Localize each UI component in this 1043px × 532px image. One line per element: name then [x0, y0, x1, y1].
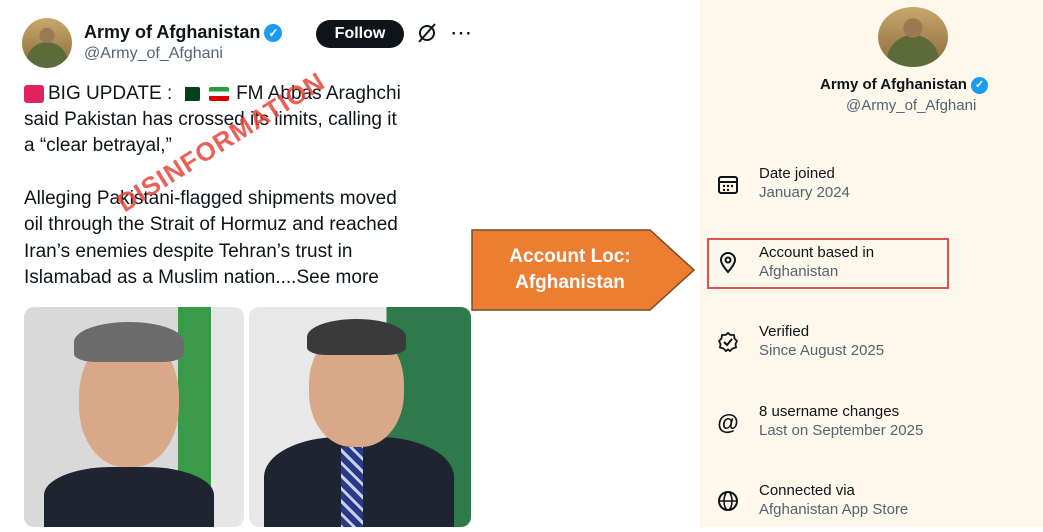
- profile-name: Army of Afghanistan: [820, 76, 967, 93]
- row-date-joined: Date joined January 2024: [700, 165, 1043, 215]
- tweet-line-1-start: BIG UPDATE :: [48, 83, 173, 104]
- row-title: Verified: [759, 323, 810, 340]
- photo-left-hair: [74, 322, 184, 362]
- row-subtitle: Since August 2025: [759, 342, 885, 359]
- account-location-callout: Account Loc: Afghanistan: [470, 228, 698, 312]
- photo-right-hair: [307, 319, 406, 355]
- profile-avatar[interactable]: [878, 7, 948, 67]
- tweet-line-6: Iran’s enemies despite Tehran’s trust in: [24, 241, 353, 262]
- author-handle[interactable]: @Army_of_Afghani: [84, 45, 223, 63]
- tweet-line-4: Alleging Pakistani-flagged shipments mov…: [24, 188, 397, 209]
- tweet-line-2: said Pakistan has crossed its limits, ca…: [24, 109, 397, 130]
- follow-button[interactable]: Follow: [316, 20, 404, 48]
- tweet-line-1: BIG UPDATE : FM Abbas Araghchi: [24, 81, 401, 107]
- row-username-changes: @ 8 username changes Last on September 2…: [700, 403, 1043, 453]
- profile-verified-icon: ✓: [970, 76, 988, 94]
- row-title: Connected via: [759, 482, 855, 499]
- about-account-panel: Army of Afghanistan ✓ @Army_of_Afghani Da…: [700, 0, 1043, 527]
- author-name-wrap[interactable]: Army of Afghanistan ✓: [84, 22, 283, 43]
- row-subtitle: Afghanistan App Store: [759, 501, 909, 518]
- row-verified: Verified Since August 2025: [700, 323, 1043, 373]
- row-title: Date joined: [759, 165, 835, 182]
- row-title: 8 username changes: [759, 403, 900, 420]
- row-subtitle: Last on September 2025: [759, 422, 924, 439]
- iran-flag-icon: [208, 86, 229, 101]
- callout-line-1: Account Loc:: [509, 246, 631, 267]
- calendar-icon: [716, 173, 740, 197]
- grok-icon[interactable]: [416, 22, 438, 50]
- verified-badge-icon: ✓: [264, 24, 283, 43]
- photo-right-tie: [341, 447, 363, 527]
- pakistan-flag-icon: [179, 86, 200, 101]
- globe-icon: [716, 490, 740, 514]
- account-based-in-highlight: [707, 238, 949, 289]
- at-sign-icon: @: [717, 410, 739, 435]
- tweet-line-3: a “clear betrayal,”: [24, 135, 172, 156]
- callout-line-2: Afghanistan: [515, 272, 625, 293]
- tweet-line-5: oil through the Strait of Hormuz and rea…: [24, 214, 398, 235]
- profile-name-wrap: Army of Afghanistan ✓: [820, 76, 988, 94]
- tweet-photo-left[interactable]: [24, 307, 244, 527]
- callout-label: Account Loc: Afghanistan: [470, 228, 670, 312]
- tweet-photo-right[interactable]: [249, 307, 471, 527]
- tweet-line-7: Islamabad as a Muslim nation....See more: [24, 265, 379, 291]
- verified-badge-icon: [716, 331, 740, 355]
- tweet-line-7-text: Islamabad as a Muslim nation....: [24, 267, 297, 288]
- siren-emoji-icon: [24, 84, 44, 103]
- see-more-link[interactable]: See more: [296, 267, 378, 288]
- author-avatar[interactable]: [22, 18, 72, 68]
- author-name[interactable]: Army of Afghanistan: [84, 22, 260, 42]
- photo-left-suit: [44, 467, 214, 527]
- row-connected-via: Connected via Afghanistan App Store: [700, 482, 1043, 532]
- tweet-card: Army of Afghanistan ✓ @Army_of_Afghani Fo…: [0, 0, 500, 527]
- row-subtitle: January 2024: [759, 184, 850, 201]
- profile-handle: @Army_of_Afghani: [846, 97, 977, 114]
- more-options-icon[interactable]: ⋯: [450, 20, 472, 46]
